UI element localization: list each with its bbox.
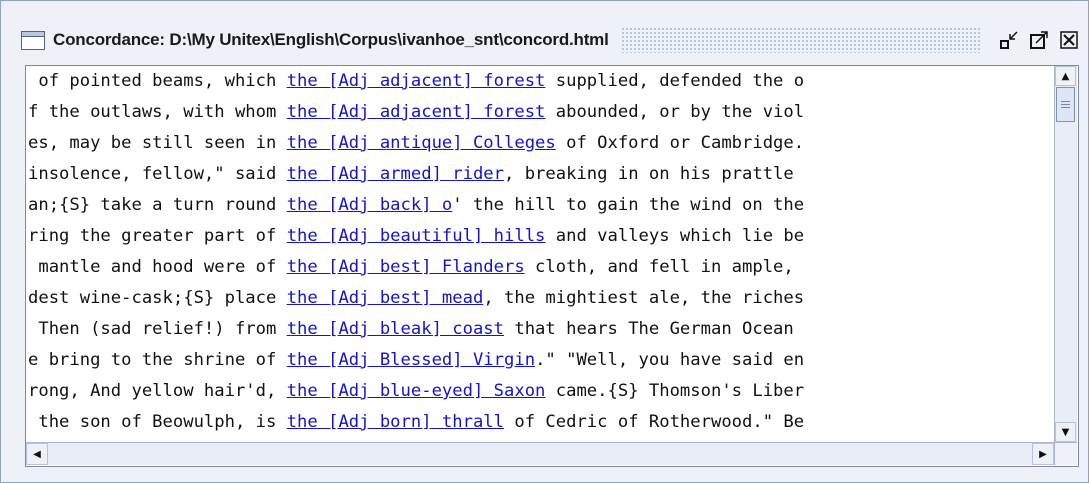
concordance-line: the son of Beowulph, is the [Adj born] t… bbox=[26, 407, 1054, 438]
match-link[interactable]: the [Adj blue-eyed] Saxon bbox=[287, 381, 546, 401]
arrow-right-icon: ▶ bbox=[1039, 448, 1047, 460]
concordance-line: mantle and hood were of the [Adj best] F… bbox=[26, 252, 1054, 283]
match-link[interactable]: the [Adj born] thrall bbox=[287, 412, 504, 432]
right-context: abounded, or by the viol bbox=[545, 102, 805, 122]
arrow-left-icon: ◀ bbox=[33, 448, 41, 460]
match-link[interactable]: the [Adj bleak] coast bbox=[287, 319, 504, 339]
concordance-lines: of pointed beams, which the [Adj adjacen… bbox=[26, 66, 1054, 442]
match-link[interactable]: the [Adj back] o bbox=[287, 195, 453, 215]
left-context: Then (sad relief!) from bbox=[28, 319, 287, 339]
match-link[interactable]: the [Adj best] Flanders bbox=[287, 257, 525, 277]
right-context: of Oxford or Cambridge. bbox=[555, 133, 805, 153]
vertical-scroll-thumb[interactable] bbox=[1056, 87, 1075, 122]
concordance-window: Concordance: D:\My Unitex\English\Corpus… bbox=[0, 0, 1089, 483]
scroll-up-button[interactable]: ▲ bbox=[1055, 66, 1076, 86]
match-link[interactable]: the [Adj best] mead bbox=[287, 288, 484, 308]
concordance-line: insolence, fellow," said the [Adj armed]… bbox=[26, 159, 1054, 190]
right-context: supplied, defended the o bbox=[545, 71, 805, 91]
title-bar-grip bbox=[620, 27, 980, 53]
left-context: dest wine-cask;{S} place bbox=[28, 288, 287, 308]
left-context: an;{S} take a turn round bbox=[28, 195, 287, 215]
match-link[interactable]: the [Adj adjacent] forest bbox=[287, 102, 546, 122]
right-context: , breaking in on his prattle bbox=[504, 164, 794, 184]
match-link[interactable]: the [Adj Blessed] Virgin bbox=[287, 350, 535, 370]
iconify-icon[interactable] bbox=[996, 27, 1022, 53]
right-context: of Cedric of Rotherwood." Be bbox=[504, 412, 805, 432]
right-context: cloth, and fell in ample, bbox=[524, 257, 794, 277]
arrow-down-icon: ▼ bbox=[1061, 426, 1070, 438]
right-context: ." "Well, you have said en bbox=[535, 350, 805, 370]
concordance-line: ring the greater part of the [Adj beauti… bbox=[26, 221, 1054, 252]
concordance-line: e bring to the shrine of the [Adj Blesse… bbox=[26, 345, 1054, 376]
concordance-line: dest wine-cask;{S} place the [Adj best] … bbox=[26, 283, 1054, 314]
concordance-line: f the outlaws, with whom the [Adj adjace… bbox=[26, 97, 1054, 128]
left-context: of pointed beams, which bbox=[28, 71, 287, 91]
left-context: es, may be still seen in bbox=[28, 133, 287, 153]
left-context: ring the greater part of bbox=[28, 226, 287, 246]
scroll-right-button[interactable]: ▶ bbox=[1032, 443, 1054, 465]
left-context: insolence, fellow," said bbox=[28, 164, 287, 184]
concordance-line: Then (sad relief!) from the [Adj bleak] … bbox=[26, 314, 1054, 345]
match-link[interactable]: the [Adj armed] rider bbox=[287, 164, 504, 184]
left-context: f the outlaws, with whom bbox=[28, 102, 287, 122]
concordance-line: es, may be still seen in the [Adj antiqu… bbox=[26, 128, 1054, 159]
right-context: came.{S} Thomson's Liber bbox=[545, 381, 805, 401]
left-context: mantle and hood were of bbox=[28, 257, 287, 277]
scroll-down-button[interactable]: ▼ bbox=[1055, 422, 1076, 442]
window-icon bbox=[21, 30, 45, 50]
close-icon[interactable] bbox=[1056, 27, 1082, 53]
right-context: ' the hill to gain the wind on the bbox=[452, 195, 805, 215]
window-title: Concordance: D:\My Unitex\English\Corpus… bbox=[53, 30, 609, 49]
match-link[interactable]: the [Adj beautiful] hills bbox=[287, 226, 546, 246]
match-link[interactable]: the [Adj antique] Colleges bbox=[287, 133, 556, 153]
horizontal-scrollbar[interactable]: ◀ ▶ bbox=[26, 442, 1054, 465]
concordance-line: of pointed beams, which the [Adj adjacen… bbox=[26, 66, 1054, 97]
left-context: rong, And yellow hair'd, bbox=[28, 381, 287, 401]
concordance-panel: of pointed beams, which the [Adj adjacen… bbox=[25, 65, 1079, 467]
title-bar[interactable]: Concordance: D:\My Unitex\English\Corpus… bbox=[7, 21, 1082, 59]
match-link[interactable]: the [Adj adjacent] forest bbox=[287, 71, 546, 91]
concordance-line: an;{S} take a turn round the [Adj back] … bbox=[26, 190, 1054, 221]
right-context: , the mightiest ale, the riches bbox=[483, 288, 805, 308]
scroll-left-button[interactable]: ◀ bbox=[26, 443, 48, 465]
concordance-line: rong, And yellow hair'd, the [Adj blue-e… bbox=[26, 376, 1054, 407]
right-context: that hears The German Ocean bbox=[504, 319, 794, 339]
left-context: e bring to the shrine of bbox=[28, 350, 287, 370]
vertical-scrollbar[interactable]: ▲ ▼ bbox=[1054, 66, 1077, 442]
right-context: and valleys which lie be bbox=[545, 226, 805, 246]
arrow-up-icon: ▲ bbox=[1061, 70, 1070, 82]
maximize-icon[interactable] bbox=[1026, 27, 1052, 53]
scrollbar-corner bbox=[1054, 442, 1077, 465]
left-context: the son of Beowulph, is bbox=[28, 412, 287, 432]
